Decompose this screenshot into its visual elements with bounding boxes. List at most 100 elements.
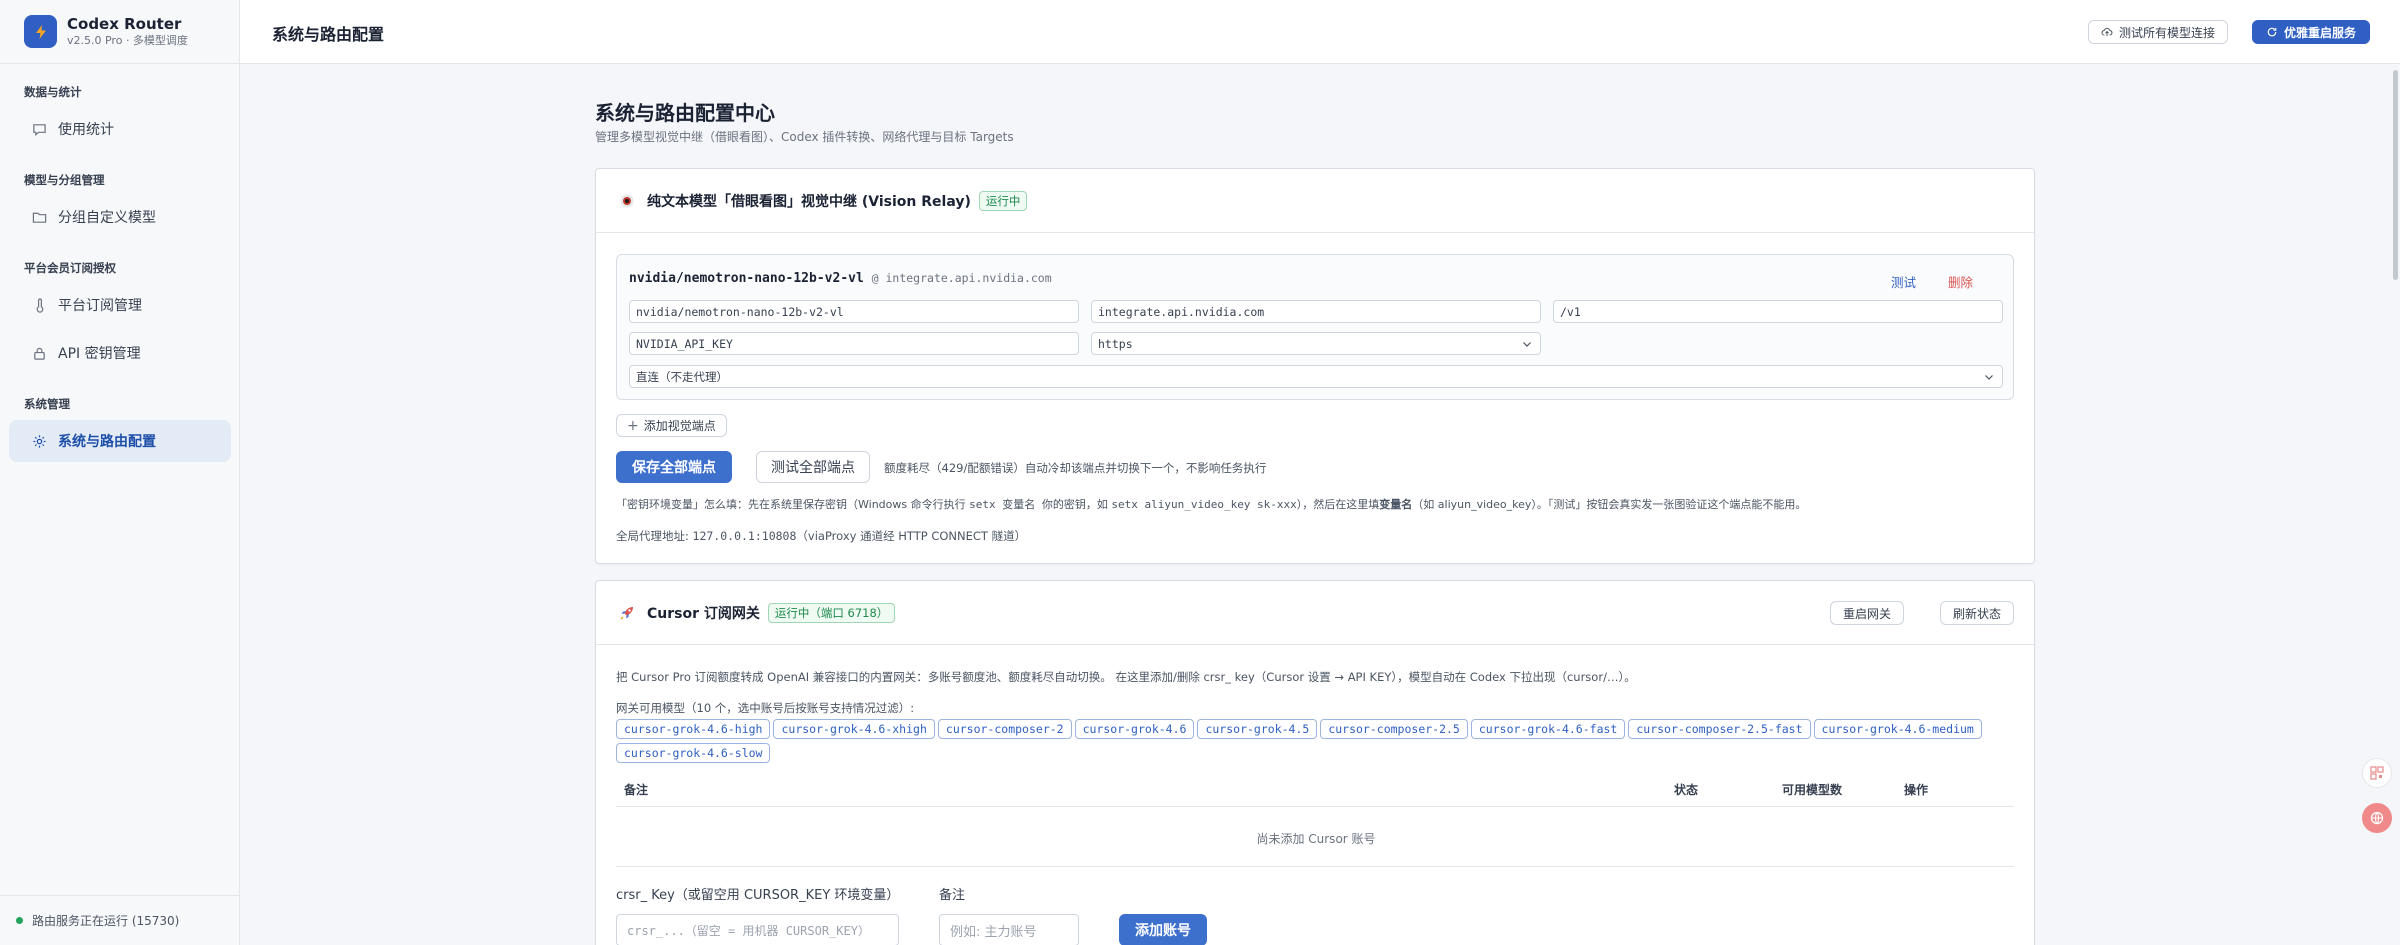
refresh-status-button[interactable]: 刷新状态: [1939, 601, 2014, 625]
nav-group-subscription: 平台会员订阅授权: [24, 261, 116, 275]
graceful-restart-button[interactable]: 优雅重启服务: [2252, 20, 2371, 44]
global-proxy-info: 全局代理地址: 127.0.0.1:10808（viaProxy 通道经 HTT…: [616, 529, 1027, 543]
sidebar-item-api-keys[interactable]: API 密钥管理: [9, 332, 231, 374]
crsr-key-input[interactable]: crsr_...（留空 = 用机器 CURSOR_KEY）: [616, 914, 899, 945]
page-header-title: 系统与路由配置: [272, 25, 385, 44]
model-chip: cursor-grok-4.6-high: [616, 719, 771, 739]
sidebar-item-system-routing[interactable]: 系统与路由配置: [9, 420, 231, 462]
gateway-model-list: cursor-grok-4.6-high cursor-grok-4.6-xhig…: [616, 719, 2016, 767]
sidebar-item-label: 分组自定义模型: [58, 210, 156, 226]
model-chip: cursor-composer-2.5: [1320, 719, 1468, 739]
endpoint-path-field[interactable]: /v1: [1553, 300, 2003, 323]
lock-icon: [31, 345, 47, 361]
sidebar-item-label: 系统与路由配置: [58, 434, 156, 450]
sidebar-item-label: 使用统计: [58, 122, 114, 138]
sidebar-item-label: 平台订阅管理: [58, 298, 142, 314]
model-chip: cursor-grok-4.6-slow: [616, 743, 771, 763]
model-chip: cursor-composer-2.5-fast: [1628, 719, 1811, 739]
chat-bubble-icon: [31, 121, 47, 137]
refresh-icon: [2267, 27, 2277, 37]
page-scrollbar[interactable]: [2393, 70, 2398, 280]
cloud-upload-icon: [2101, 27, 2113, 37]
model-chip: cursor-grok-4.6: [1074, 719, 1195, 739]
add-vision-endpoint-button[interactable]: + 添加视觉端点: [616, 414, 727, 437]
sidebar-item-subscription[interactable]: 平台订阅管理: [9, 284, 231, 326]
service-status: 路由服务正在运行 (15730): [0, 895, 240, 945]
app-name: Codex Router: [67, 14, 182, 33]
key-env-help: 「密钥环境变量」怎么填：先在系统里保存密钥（Windows 命令行执行 setx…: [616, 498, 1807, 511]
note-input-label: 备注: [939, 888, 966, 903]
add-vision-endpoint-label: 添加视觉端点: [643, 419, 716, 433]
qr-code-icon[interactable]: [2362, 758, 2392, 788]
save-all-endpoints-button[interactable]: 保存全部端点: [616, 451, 732, 483]
status-dot-icon: [16, 917, 23, 924]
vision-relay-header: 纯文本模型「借眼看图」视觉中继 (Vision Relay) 运行中: [596, 169, 2034, 233]
topbar: 系统与路由配置 测试所有模型连接 优雅重启服务: [240, 0, 2400, 64]
gear-icon: [31, 433, 47, 449]
page-title: 系统与路由配置中心: [595, 101, 775, 125]
test-all-models-button[interactable]: 测试所有模型连接: [2088, 20, 2229, 44]
gateway-status-badge: 运行中（端口 6718）: [767, 602, 896, 623]
test-all-endpoints-button[interactable]: 测试全部端点: [756, 451, 870, 483]
vision-endpoint: nvidia/nemotron-nano-12b-v2-vl @ integra…: [616, 254, 2014, 400]
sidebar-item-label: API 密钥管理: [58, 346, 141, 362]
nav-group-stats: 数据与统计: [24, 85, 82, 99]
cursor-gateway-card: Cursor 订阅网关 运行中（端口 6718） 重启网关 刷新状态 把 Cur…: [595, 580, 2035, 945]
chevron-down-icon: [1985, 375, 1993, 380]
endpoint-model: nvidia/nemotron-nano-12b-v2-vl: [629, 271, 864, 286]
model-chip: cursor-composer-2: [937, 719, 1072, 739]
plus-icon: +: [627, 417, 639, 434]
model-chip: cursor-grok-4.5: [1197, 719, 1318, 739]
column-note: 备注: [624, 783, 649, 797]
column-model-count: 可用模型数: [1782, 783, 1843, 797]
vision-relay-title: 纯文本模型「借眼看图」视觉中继 (Vision Relay): [647, 193, 971, 210]
gateway-description: 把 Cursor Pro 订阅额度转成 OpenAI 兼容接口的内置网关：多账号…: [616, 670, 1636, 684]
endpoint-delete-button[interactable]: 删除: [1948, 272, 1973, 291]
test-all-models-label: 测试所有模型连接: [2119, 25, 2216, 40]
cursor-gateway-header: Cursor 订阅网关 运行中（端口 6718） 重启网关 刷新状态: [596, 581, 2034, 645]
column-status: 状态: [1674, 783, 1699, 797]
vision-relay-card: 纯文本模型「借眼看图」视觉中继 (Vision Relay) 运行中 nvidi…: [595, 168, 2035, 564]
graceful-restart-label: 优雅重启服务: [2284, 25, 2357, 40]
page-subtitle: 管理多模型视觉中继（借眼看图）、Codex 插件转换、网络代理与目标 Targe…: [595, 130, 1014, 144]
nav-group-models: 模型与分组管理: [24, 173, 105, 187]
endpoint-test-button[interactable]: 测试: [1891, 272, 1916, 291]
model-chip: cursor-grok-4.6-xhigh: [773, 719, 935, 739]
endpoint-key-env-field[interactable]: NVIDIA_API_KEY: [629, 332, 1079, 355]
endpoint-host: @ integrate.api.nvidia.com: [871, 271, 1052, 285]
folder-icon: [31, 209, 47, 225]
endpoint-host-field[interactable]: integrate.api.nvidia.com: [1091, 300, 1541, 323]
endpoint-proxy-select[interactable]: 直连（不走代理）: [629, 365, 2003, 388]
thermometer-icon: [31, 297, 47, 313]
endpoint-proxy-value: 直连（不走代理）: [636, 369, 728, 384]
endpoint-protocol-select[interactable]: https: [1091, 332, 1541, 355]
table-divider: [616, 866, 2014, 867]
brand: Codex Router v2.5.0 Pro · 多模型调度: [0, 0, 239, 64]
endpoint-protocol-value: https: [1098, 336, 1133, 351]
key-input-label: crsr_ Key（或留空用 CURSOR_KEY 环境变量）: [616, 888, 900, 903]
translate-icon[interactable]: [2362, 803, 2392, 833]
service-status-text: 路由服务正在运行 (15730): [32, 914, 180, 928]
nav-group-system: 系统管理: [24, 397, 70, 411]
gateway-models-label: 网关可用模型（10 个，选中账号后按账号支持情况过滤）:: [616, 701, 915, 715]
lightning-logo-icon: [24, 15, 57, 48]
chevron-down-icon: [1523, 342, 1531, 347]
account-note-input[interactable]: 例如: 主力账号: [939, 914, 1079, 945]
empty-accounts-text: 尚未添加 Cursor 账号: [1256, 832, 1376, 846]
eye-icon: [618, 192, 636, 210]
model-chip: cursor-grok-4.6-medium: [1813, 719, 1982, 739]
add-account-button[interactable]: 添加账号: [1119, 914, 1207, 945]
table-divider: [616, 806, 2014, 807]
model-chip: cursor-grok-4.6-fast: [1470, 719, 1626, 739]
column-actions: 操作: [1904, 783, 1929, 797]
sidebar-item-usage-stats[interactable]: 使用统计: [9, 108, 231, 150]
restart-gateway-button[interactable]: 重启网关: [1829, 601, 1904, 625]
endpoint-model-name: nvidia/nemotron-nano-12b-v2-vl @ integra…: [629, 271, 1052, 286]
sidebar-item-group-models[interactable]: 分组自定义模型: [9, 196, 231, 238]
rocket-icon: [618, 604, 636, 622]
endpoint-model-field[interactable]: nvidia/nemotron-nano-12b-v2-vl: [629, 300, 1079, 323]
quota-note: 额度耗尽（429/配额错误）自动冷却该端点并切换下一个，不影响任务执行: [884, 461, 1267, 475]
sidebar: Codex Router v2.5.0 Pro · 多模型调度 数据与统计 使用…: [0, 0, 240, 945]
cursor-gateway-title: Cursor 订阅网关: [647, 605, 760, 622]
app-version: v2.5.0 Pro · 多模型调度: [67, 33, 188, 47]
